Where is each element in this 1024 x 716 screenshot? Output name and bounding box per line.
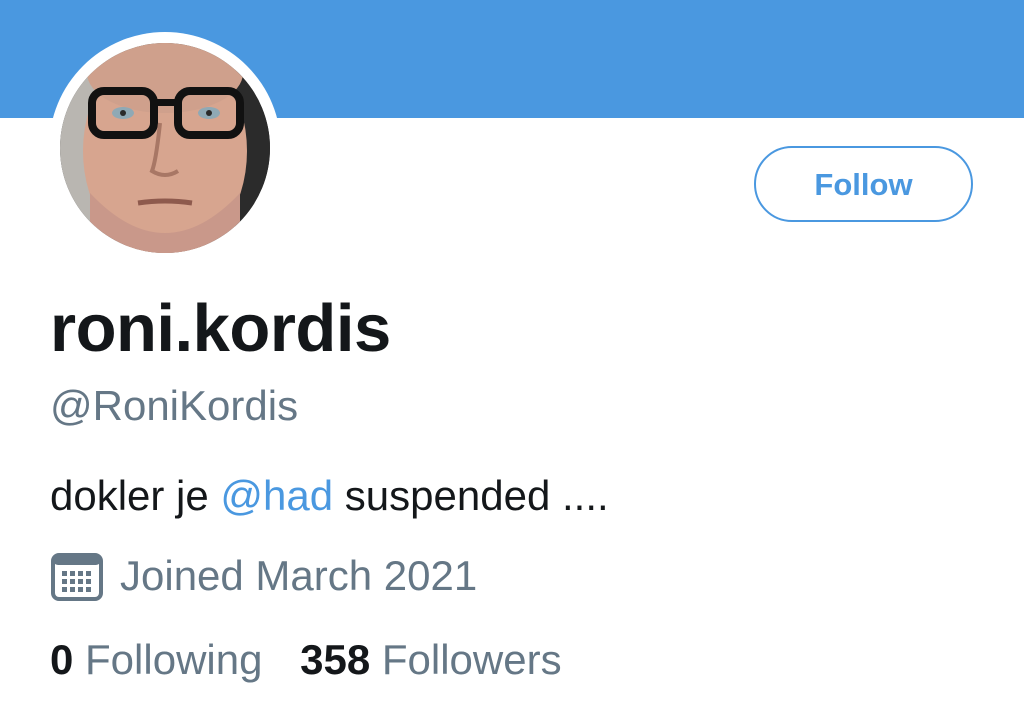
display-name: roni.kordis [50, 291, 391, 366]
joined-date: Joined March 2021 [50, 550, 477, 602]
followers-count: 358 [300, 636, 371, 683]
profile-stats: 0 Following 358 Followers [50, 636, 588, 684]
following-stat[interactable]: 0 Following [50, 636, 262, 684]
follow-button[interactable]: Follow [754, 146, 973, 222]
profile-bio: dokler je @had suspended .... [50, 472, 609, 520]
avatar-photo [60, 43, 270, 253]
joined-label: Joined March 2021 [120, 552, 478, 599]
following-label: Following [85, 636, 263, 683]
avatar[interactable] [49, 32, 281, 264]
profile-page: Follow roni.kordis @RoniKordis dokler je… [0, 0, 1024, 716]
followers-stat[interactable]: 358 Followers [300, 636, 561, 684]
followers-label: Followers [381, 636, 562, 683]
calendar-icon [51, 553, 103, 601]
bio-mention-link[interactable]: @had [220, 472, 333, 519]
bio-text-after: suspended .... [333, 472, 609, 519]
following-count: 0 [50, 636, 74, 683]
profile-handle: @RoniKordis [50, 382, 299, 429]
bio-text-before: dokler je [50, 472, 221, 519]
